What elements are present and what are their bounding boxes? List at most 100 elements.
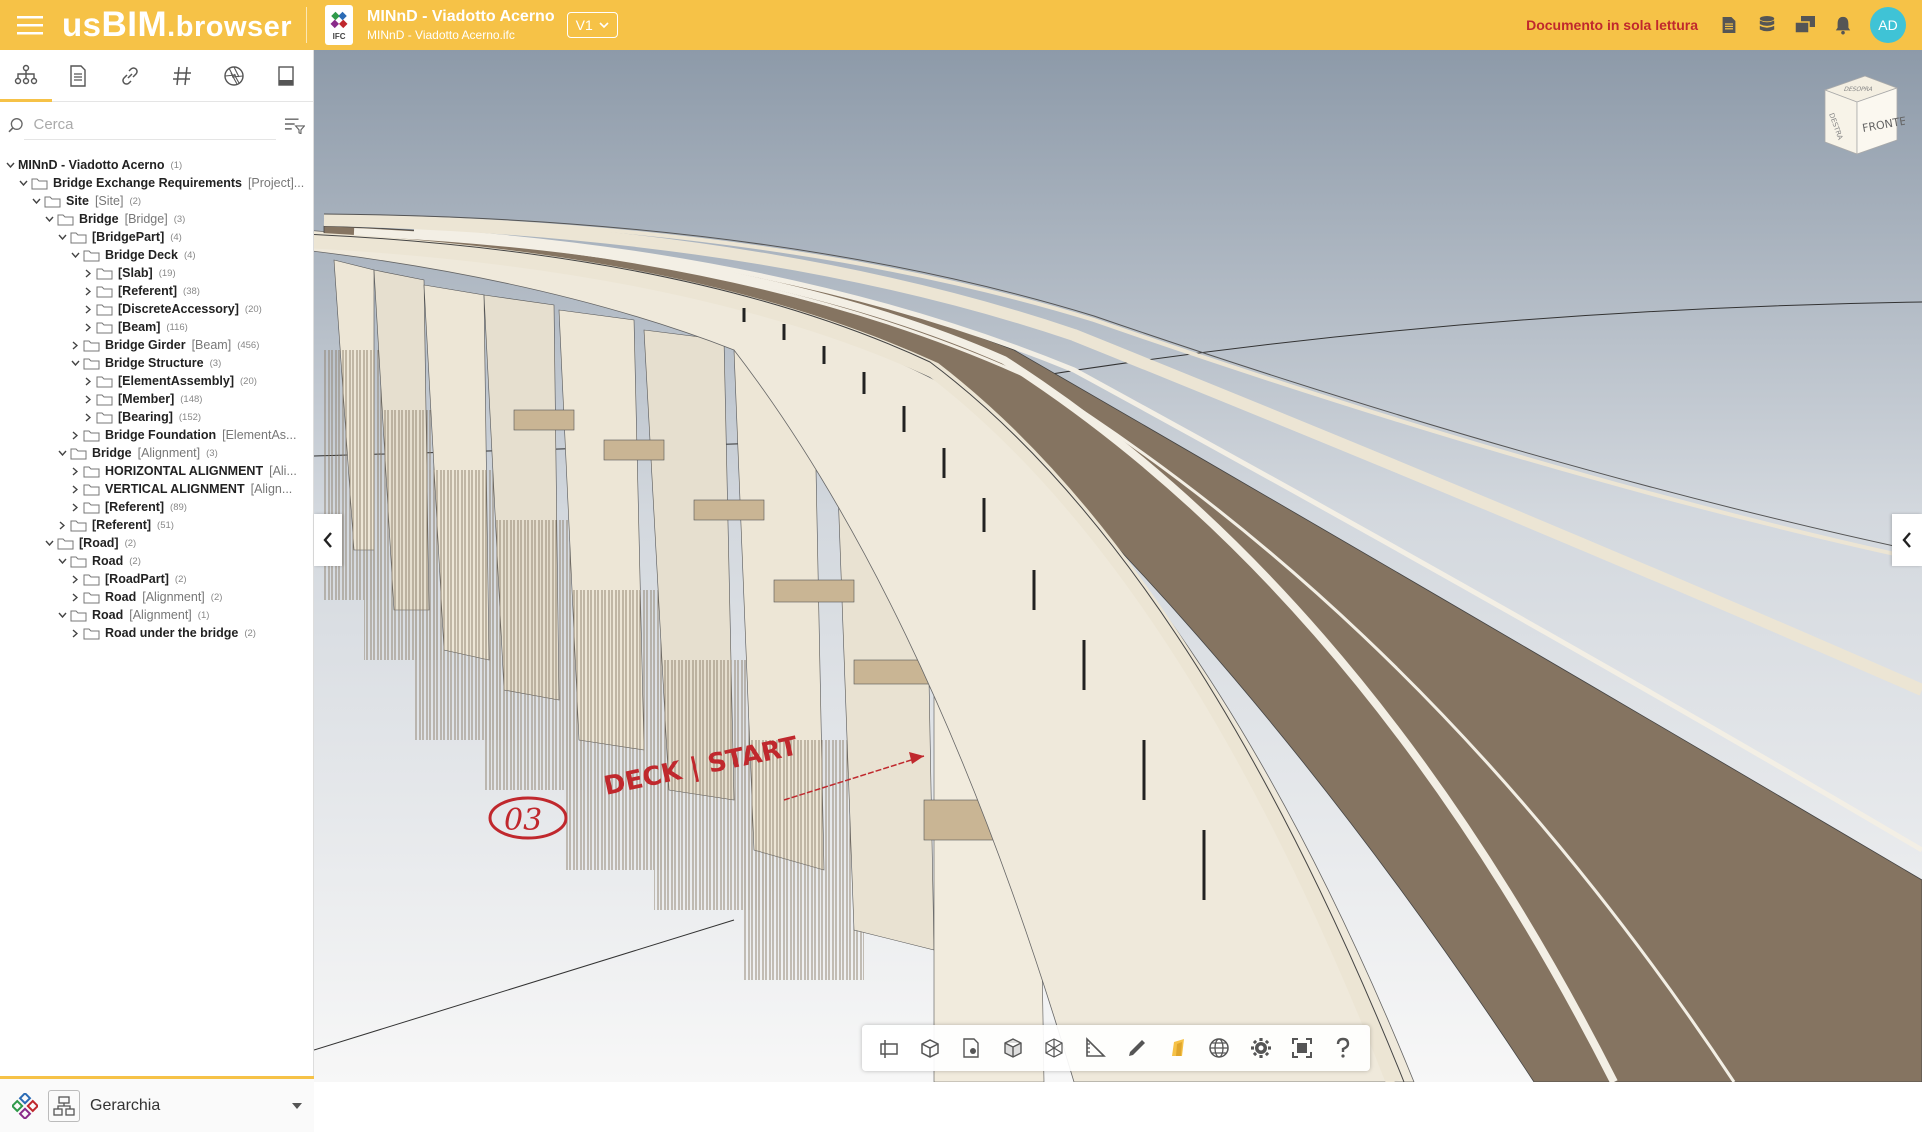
tab-links[interactable]: [104, 50, 156, 102]
tree-node-count: (89): [170, 501, 187, 513]
highlight-tool[interactable]: [1162, 1032, 1194, 1064]
chevron-down-icon[interactable]: [69, 360, 81, 366]
hamburger-menu-icon[interactable]: [0, 0, 60, 50]
caret-down-icon[interactable]: [292, 1102, 302, 1109]
settings-tool[interactable]: [1245, 1032, 1277, 1064]
3d-viewport[interactable]: 03 DECK | START: [314, 50, 1922, 1082]
tree-node-count: (4): [183, 249, 196, 261]
chevron-down-icon[interactable]: [30, 198, 42, 204]
chevron-down-icon[interactable]: [56, 612, 68, 618]
tab-layers[interactable]: [260, 50, 312, 102]
chevron-right-icon[interactable]: [69, 466, 81, 476]
chevron-right-icon[interactable]: [82, 376, 94, 386]
chevron-right-icon[interactable]: [82, 268, 94, 278]
tree-node[interactable]: Road under the bridge (2): [0, 622, 312, 644]
cube-tool[interactable]: [997, 1032, 1029, 1064]
section-tool[interactable]: [873, 1032, 905, 1064]
fullscreen-tool[interactable]: [1286, 1032, 1318, 1064]
chevron-right-icon[interactable]: [82, 412, 94, 422]
tree-node-label: Road: [92, 608, 124, 622]
chevron-right-icon[interactable]: [82, 322, 94, 332]
chevron-down-icon[interactable]: [56, 558, 68, 564]
pen-icon: [1128, 1040, 1145, 1056]
tab-tags[interactable]: [156, 50, 208, 102]
chevron-down-icon[interactable]: [17, 180, 29, 186]
tab-views[interactable]: [208, 50, 260, 102]
folder-icon: [57, 214, 74, 225]
chevron-right-icon[interactable]: [69, 484, 81, 494]
folder-icon: [96, 286, 113, 297]
chevron-right-icon[interactable]: [69, 430, 81, 440]
chevron-down-icon[interactable]: [69, 252, 81, 258]
box-tool[interactable]: [914, 1032, 946, 1064]
chevron-right-icon[interactable]: [82, 394, 94, 404]
ifc-badge-label: IFC: [332, 31, 346, 41]
location-tool[interactable]: [955, 1032, 987, 1064]
chevron-left-icon: [1902, 532, 1911, 548]
filter-list-icon[interactable]: [284, 116, 305, 134]
chevron-down-icon[interactable]: [56, 234, 68, 240]
tree-node-count: (4): [170, 231, 182, 243]
folder-icon: [57, 538, 74, 549]
chevron-right-icon[interactable]: [82, 304, 94, 314]
wireframe-tool[interactable]: [1038, 1032, 1070, 1064]
tree-node-label: HORIZONTAL ALIGNMENT: [105, 464, 264, 478]
chevron-down-icon[interactable]: [43, 540, 55, 546]
chevron-right-icon[interactable]: [69, 340, 81, 350]
user-avatar[interactable]: AD: [1870, 7, 1906, 43]
search-input[interactable]: [23, 110, 276, 140]
tab-hierarchy[interactable]: [0, 50, 52, 102]
tree-node-label: [RoadPart]: [105, 572, 169, 586]
globe-icon: [1209, 1038, 1230, 1058]
bridge-model[interactable]: 03 DECK | START: [314, 50, 1922, 1082]
chevron-down-icon[interactable]: [43, 216, 55, 222]
chevron-right-icon[interactable]: [82, 286, 94, 296]
tree-node-type: [Alignment]: [129, 608, 192, 622]
expand-right-panel-button[interactable]: [1892, 514, 1922, 566]
database-icon[interactable]: [1756, 14, 1778, 36]
document-icon[interactable]: [1718, 14, 1740, 36]
folder-icon: [83, 250, 100, 261]
tree-node-label: Bridge: [79, 212, 119, 226]
folder-icon: [96, 412, 113, 423]
box-icon: [921, 1039, 939, 1058]
chevron-right-icon[interactable]: [69, 574, 81, 584]
chevron-right-icon[interactable]: [56, 520, 68, 530]
chevron-right-icon[interactable]: [69, 502, 81, 512]
pen-tool[interactable]: [1121, 1032, 1153, 1064]
tree-node-count: (2): [210, 591, 223, 603]
tree-node-label: [BridgePart]: [92, 230, 165, 244]
windows-icon[interactable]: [1794, 14, 1816, 36]
search-bar: [0, 102, 313, 148]
chevron-right-icon[interactable]: [69, 628, 81, 638]
chevron-down-icon[interactable]: [4, 162, 16, 168]
tree-node-count: (152): [178, 411, 202, 423]
help-tool[interactable]: [1327, 1032, 1359, 1064]
tab-documents[interactable]: [52, 50, 104, 102]
collapse-left-panel-button[interactable]: [314, 514, 342, 566]
globe-tool[interactable]: [1203, 1032, 1235, 1064]
tree-node-count: (2): [174, 573, 187, 585]
bell-icon[interactable]: [1832, 14, 1854, 36]
hierarchy-view-icon[interactable]: [48, 1089, 80, 1122]
tree-node-label: [Referent]: [105, 500, 165, 514]
usbim-logo[interactable]: us BIM .browser: [60, 0, 292, 50]
view-mode-label[interactable]: Gerarchia: [90, 1097, 292, 1115]
logo-browser: .browser: [167, 11, 293, 43]
folder-icon: [70, 556, 87, 567]
measure-tool[interactable]: [1079, 1032, 1111, 1064]
chevron-right-icon[interactable]: [69, 592, 81, 602]
wireframe-icon: [1045, 1038, 1063, 1058]
ifc-file-icon: IFC: [325, 5, 354, 45]
folder-icon: [70, 232, 87, 243]
header-actions: Documento in sola lettura AD: [1526, 7, 1922, 43]
aperture-icon: [224, 66, 244, 86]
tree-node-type: [Project]...: [247, 176, 305, 190]
chevron-down-icon[interactable]: [56, 450, 68, 456]
tree-node-count: (38): [183, 285, 200, 297]
link-icon: [122, 67, 138, 85]
document-title: MINnD - Viadotto Acerno: [367, 8, 555, 25]
navigation-cube[interactable]: DESOPRA FRONTE DESTRA: [1815, 70, 1905, 160]
tree-node-label: MINnD - Viadotto Acerno: [18, 158, 165, 172]
version-select[interactable]: V1: [566, 12, 618, 38]
